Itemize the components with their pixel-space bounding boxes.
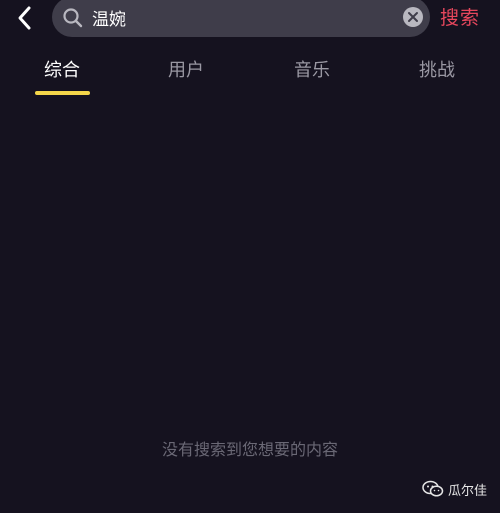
back-button[interactable] xyxy=(10,4,40,34)
chevron-left-icon xyxy=(18,6,31,30)
search-box[interactable] xyxy=(52,0,430,37)
tab-music[interactable]: 音乐 xyxy=(277,56,347,82)
watermark: 瓜尔佳 xyxy=(422,478,487,500)
clear-search-button[interactable] xyxy=(402,6,424,28)
close-circle-icon xyxy=(403,7,423,27)
empty-state-message: 没有搜索到您想要的内容 xyxy=(161,440,338,459)
tab-challenges[interactable]: 挑战 xyxy=(402,56,472,82)
search-submit-button[interactable]: 搜索 xyxy=(440,3,480,30)
wechat-icon xyxy=(422,480,444,497)
search-input[interactable] xyxy=(92,2,392,32)
tab-users[interactable]: 用户 xyxy=(151,56,221,82)
tab-comprehensive[interactable]: 综合 xyxy=(27,56,97,82)
active-tab-indicator xyxy=(35,91,90,95)
top-bar: 搜索 xyxy=(0,0,500,40)
search-icon xyxy=(63,8,83,28)
watermark-text: 瓜尔佳 xyxy=(448,483,488,499)
search-results-screen: 搜索 综合 用户 音乐 挑战 没有搜索到您想要的内容 瓜尔佳 xyxy=(0,0,500,513)
